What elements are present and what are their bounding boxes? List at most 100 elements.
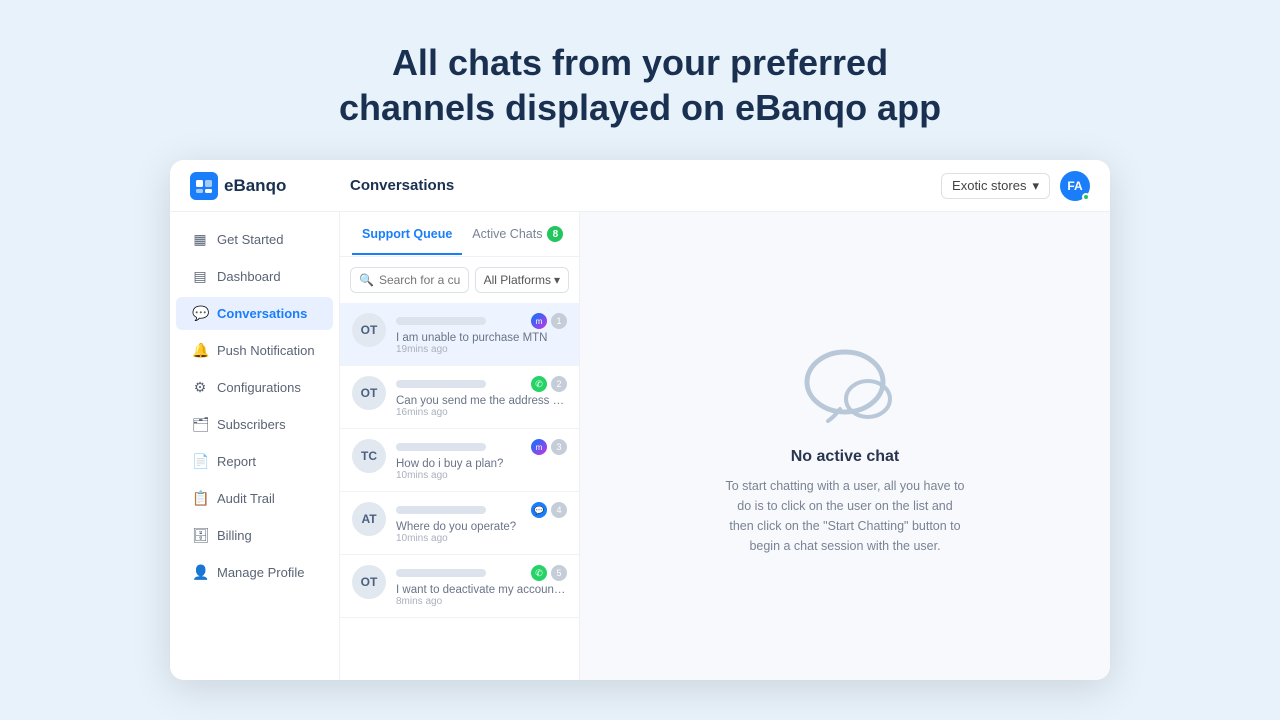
active-chats-badge: 8 [547,226,563,242]
sidebar-item-get-started[interactable]: ▦ Get Started [176,223,333,256]
chat-body: ✆ 5 I want to deactivate my account toda… [396,565,567,607]
filter-chevron-icon: ▾ [554,273,560,287]
chat-meta: m 3 [531,439,567,455]
sidebar-label: Dashboard [217,269,281,284]
grid-icon: ▦ [192,231,208,248]
chat-num-badge: 1 [551,313,567,329]
sidebar-label: Get Started [217,232,283,247]
sidebar-label: Push Notification [217,343,315,358]
avatar: OT [352,313,386,347]
chat-time: 10mins ago [396,533,567,544]
sidebar-label: Conversations [217,306,307,321]
sidebar-item-conversations[interactable]: 💬 Conversations [176,297,333,330]
sidebar-item-dashboard[interactable]: ▤ Dashboard [176,260,333,293]
sidebar-item-push-notification[interactable]: 🔔 Push Notification [176,334,333,367]
avatar: OT [352,565,386,599]
bell-icon: 🔔 [192,342,208,359]
sidebar-item-report[interactable]: 📄 Report [176,445,333,478]
chat-body: 💬 4 Where do you operate? 10mins ago [396,502,567,544]
sidebar-label: Billing [217,528,252,543]
sidebar-item-configurations[interactable]: ⚙ Configurations [176,371,333,404]
conversation-list-panel: Support Queue Active Chats 8 User Messag… [340,212,580,680]
chat-top: m 3 [396,439,567,455]
right-panel: No active chat To start chatting with a … [580,212,1110,680]
sidebar-label: Configurations [217,380,301,395]
billing-icon: 🗄 [192,527,208,544]
chat-message: I want to deactivate my account today. H… [396,584,567,596]
chart-icon: ▤ [192,268,208,285]
chat-body: ✆ 2 Can you send me the address of your … [396,376,567,418]
chat-bubble-icon [790,337,900,427]
sidebar-label: Subscribers [217,417,286,432]
content-area: Support Queue Active Chats 8 User Messag… [340,212,1110,680]
avatar: OT [352,376,386,410]
chat-message: How do i buy a plan? [396,458,567,470]
sidebar-item-billing[interactable]: 🗄 Billing [176,519,333,552]
no-chat-description: To start chatting with a user, all you h… [725,476,965,556]
search-filter-bar: 🔍 All Platforms ▾ [340,257,579,303]
chat-name-bar [396,317,486,325]
chat-meta: m 1 [531,313,567,329]
audit-icon: 📋 [192,490,208,507]
sidebar-item-subscribers[interactable]: 🗂 Subscribers [176,408,333,441]
chevron-down-icon: ▾ [1032,178,1039,194]
app-window: eBanqo Conversations Exotic stores ▾ FA … [170,160,1110,680]
top-bar: eBanqo Conversations Exotic stores ▾ FA [170,160,1110,212]
sidebar-item-manage-profile[interactable]: 👤 Manage Profile [176,556,333,589]
whatsapp-icon: ✆ [531,376,547,392]
list-item[interactable]: OT ✆ 5 I want to [340,555,579,618]
chat-icon: 💬 [192,305,208,322]
sidebar: ▦ Get Started ▤ Dashboard 💬 Conversation… [170,212,340,680]
chat-name-bar [396,569,486,577]
chat-name-bar [396,443,486,451]
page-title: Conversations [350,177,941,194]
chat-name-bar [396,506,486,514]
chat-top: ✆ 2 [396,376,567,392]
chat-message: I am unable to purchase MTN [396,332,567,344]
sidebar-item-audit-trail[interactable]: 📋 Audit Trail [176,482,333,515]
search-input[interactable] [379,273,460,287]
tab-active-chats[interactable]: Active Chats 8 [462,212,573,256]
folder-icon: 🗂 [192,416,208,433]
chat-num-badge: 5 [551,565,567,581]
avatar: AT [352,502,386,536]
list-item[interactable]: OT m 1 I am unab [340,303,579,366]
sidebar-label: Audit Trail [217,491,275,506]
chat-time: 8mins ago [396,596,567,607]
hero-title: All chats from your preferred channels d… [339,40,941,130]
messenger-icon: m [531,439,547,455]
chat-message: Can you send me the address of your offi… [396,395,567,407]
chat-time: 10mins ago [396,470,567,481]
chat-meta: ✆ 5 [531,565,567,581]
no-chat-title: No active chat [791,448,899,466]
logo-icon [190,172,218,200]
tab-support-queue[interactable]: Support Queue [352,213,462,255]
chat-num-badge: 3 [551,439,567,455]
chat-top: m 1 [396,313,567,329]
main-layout: ▦ Get Started ▤ Dashboard 💬 Conversation… [170,212,1110,680]
search-icon: 🔍 [359,273,374,287]
messenger-icon: m [531,313,547,329]
avatar-initials: FA [1067,179,1082,193]
hero-section: All chats from your preferred channels d… [319,0,961,160]
user-avatar[interactable]: FA [1060,171,1090,201]
sidebar-label: Report [217,454,256,469]
search-box[interactable]: 🔍 [350,267,469,293]
chat-message: Where do you operate? [396,521,567,533]
chat-body: m 1 I am unable to purchase MTN 19mins a… [396,313,567,355]
list-item[interactable]: TC m 3 How do i [340,429,579,492]
chat-list: OT m 1 I am unab [340,303,579,618]
list-item[interactable]: AT 💬 4 Where do [340,492,579,555]
chat-num-badge: 4 [551,502,567,518]
whatsapp-icon: ✆ [531,565,547,581]
tabs: Support Queue Active Chats 8 User Messag… [340,212,579,257]
list-item[interactable]: OT ✆ 2 Can you s [340,366,579,429]
chat-top: 💬 4 [396,502,567,518]
store-label: Exotic stores [952,178,1026,193]
report-icon: 📄 [192,453,208,470]
platform-filter[interactable]: All Platforms ▾ [475,267,569,293]
store-selector[interactable]: Exotic stores ▾ [941,173,1050,199]
chat-time: 16mins ago [396,407,567,418]
no-chat-icon [790,337,900,432]
chat-meta: 💬 4 [531,502,567,518]
